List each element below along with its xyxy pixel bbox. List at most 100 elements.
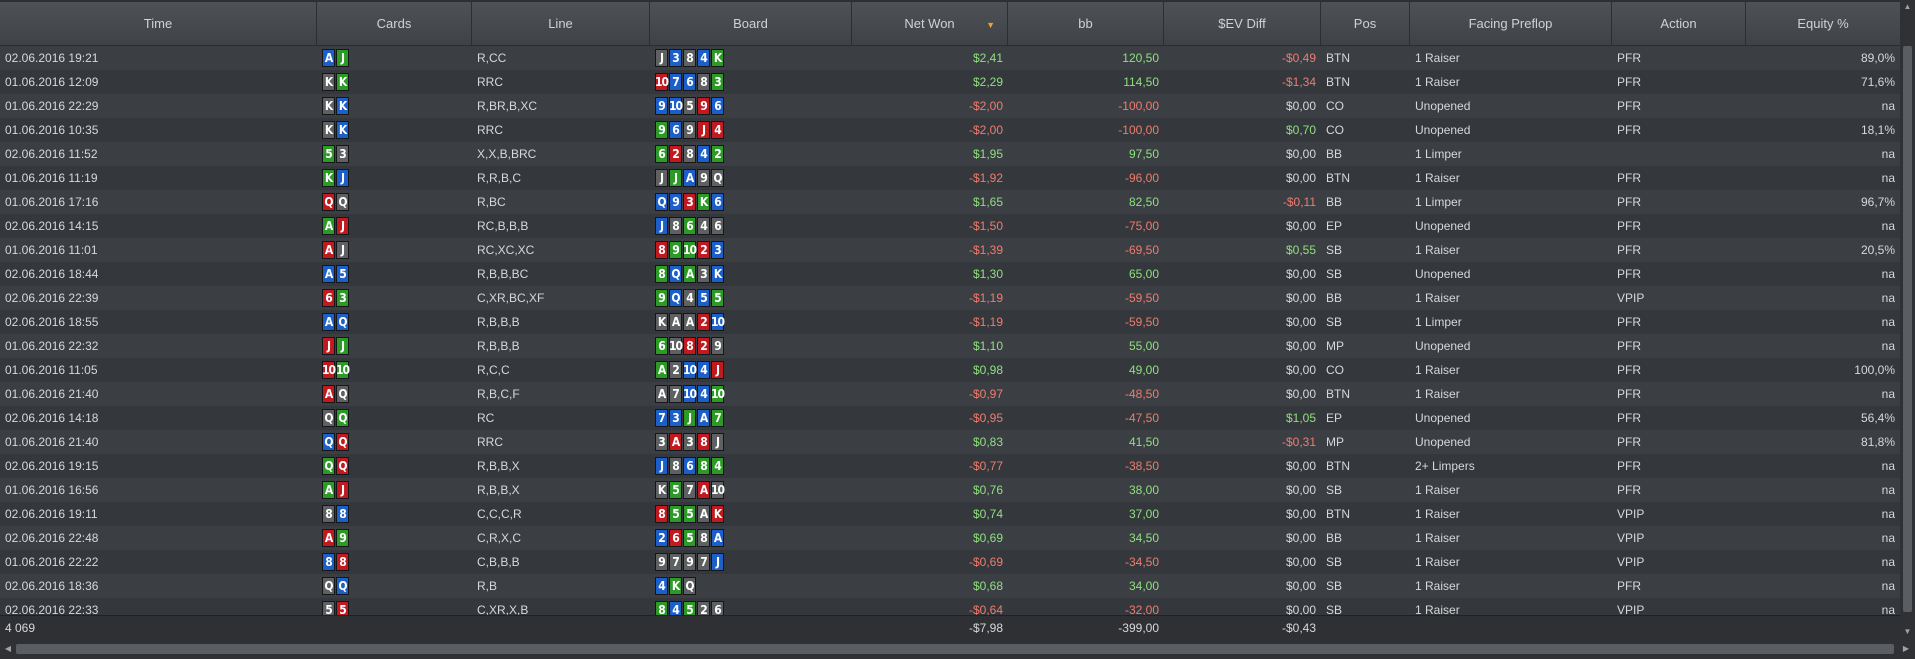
cell-facing: 1 Raiser (1415, 507, 1460, 521)
table-row[interactable]: 01.06.2016 22:32 J J R,B,B,B 6 10 8 2 9 $1,10 55,0… (0, 334, 1900, 358)
table-row[interactable]: 02.06.2016 14:18 Q Q RC 7 3 J A 7 -$0,95 -47,50 $1,… (0, 406, 1900, 430)
board-card: 9 (683, 121, 696, 139)
table-row[interactable]: 02.06.2016 11:52 5 3 X,X,B,BRC 6 2 8 4 2 $1,95 97,… (0, 142, 1900, 166)
board-card: 8 (697, 433, 710, 451)
board-card: 2 (697, 337, 710, 355)
header-pos[interactable]: Pos (1321, 2, 1410, 45)
table-row[interactable]: 02.06.2016 18:36 Q Q R,B 4 K Q $0,68 34,00 $0,00 S… (0, 574, 1900, 598)
board-card: 8 (655, 601, 668, 615)
header-equity[interactable]: Equity % (1746, 2, 1900, 45)
header-line[interactable]: Line (472, 2, 650, 45)
header-time[interactable]: Time (0, 2, 317, 45)
table-row[interactable]: 02.06.2016 18:55 A Q R,B,B,B K A A 2 10 -$1,19 -59… (0, 310, 1900, 334)
board-card: 10 (710, 313, 725, 331)
cell-pos: BTN (1326, 171, 1350, 185)
header-board[interactable]: Board (650, 2, 852, 45)
board-card: 2 (697, 313, 710, 331)
cell-ev-diff: $0,00 (1285, 387, 1316, 401)
table-row[interactable]: 02.06.2016 22:33 5 5 C,XR,X,B 8 4 5 2 6 -$0,64 -32… (0, 598, 1900, 615)
cell-action: VPIP (1617, 531, 1645, 545)
cell-cards: QQ (317, 457, 472, 475)
board-card: 4 (655, 577, 668, 595)
cell-net-won: $0,74 (972, 507, 1003, 521)
cell-pos: SB (1326, 555, 1343, 569)
table-row[interactable]: 02.06.2016 19:15 Q Q R,B,B,X J 8 6 8 4 -$0,77 -38,… (0, 454, 1900, 478)
hole-card: K (336, 97, 349, 115)
table-row[interactable]: 01.06.2016 11:19 K J R,R,B,C J J A 9 Q -$1,92 -96,… (0, 166, 1900, 190)
board-card: K (697, 193, 710, 211)
board-card: A (711, 529, 724, 547)
table-row[interactable]: 01.06.2016 22:22 8 8 C,B,B,B 9 7 9 7 J -$0,69 -34,… (0, 550, 1900, 574)
board-card: A (655, 385, 668, 403)
cell-action: PFR (1617, 339, 1641, 353)
cell-pos: SB (1326, 267, 1343, 281)
horizontal-scroll-thumb[interactable] (16, 644, 1894, 654)
board-card: 8 (655, 241, 668, 259)
header-facing-preflop[interactable]: Facing Preflop (1410, 2, 1612, 45)
cell-time: 01.06.2016 11:19 (5, 171, 98, 185)
table-row[interactable]: 02.06.2016 18:44 A 5 R,B,B,BC 8 Q A 3 K $1,30 65,0… (0, 262, 1900, 286)
vertical-scrollbar[interactable]: ▲ ▼ (1900, 0, 1915, 639)
table-row[interactable]: 02.06.2016 22:39 6 3 C,XR,BC,XF 9 Q 4 5 5 -$1,19 -… (0, 286, 1900, 310)
table-row[interactable]: 02.06.2016 19:11 8 8 C,C,C,R 8 5 5 A K $0,74 37,00… (0, 502, 1900, 526)
board-card: 9 (669, 241, 682, 259)
header-net-won[interactable]: Net Won ▼ (852, 2, 1008, 45)
cell-equity: na (1881, 171, 1895, 185)
scroll-left-icon[interactable]: ◀ (1, 642, 15, 656)
cell-pos: SB (1326, 243, 1343, 257)
cell-cards: AJ (317, 49, 472, 67)
cell-bb: 82,50 (1128, 195, 1159, 209)
scroll-right-icon[interactable]: ▶ (1899, 642, 1913, 656)
cell-line: R,B,B,X (477, 483, 520, 497)
cell-equity: 81,8% (1860, 435, 1895, 449)
header-bb[interactable]: bb (1008, 2, 1164, 45)
cell-ev-diff: $0,70 (1285, 123, 1316, 137)
table-row[interactable]: 02.06.2016 22:48 A 9 C,R,X,C 2 6 5 8 A $0,69 34,50… (0, 526, 1900, 550)
table-row[interactable]: 01.06.2016 11:05 10 10 R,C,C A 2 10 4 J $0,98 49,0… (0, 358, 1900, 382)
cell-line: C,XR,BC,XF (477, 291, 545, 305)
board-card: 7 (697, 553, 710, 571)
scroll-up-icon[interactable]: ▲ (1900, 0, 1915, 14)
table-row[interactable]: 02.06.2016 19:21 A J R,CC J 3 8 4 K $2,41 120,50 -$… (0, 46, 1900, 70)
table-row[interactable]: 01.06.2016 17:16 Q Q R,BC Q 9 3 K 6 $1,65 82,50 -$0… (0, 190, 1900, 214)
table-row[interactable]: 01.06.2016 11:01 A J RC,XC,XC 8 9 10 2 3 -$1,39 -6… (0, 238, 1900, 262)
cell-time: 01.06.2016 22:22 (5, 555, 99, 569)
cell-action: PFR (1617, 387, 1641, 401)
board-card: Q (669, 265, 682, 283)
board-card: A (683, 169, 696, 187)
table-row[interactable]: 01.06.2016 22:29 K K R,BR,B,XC 9 10 5 9 6 -$2,00-… (0, 94, 1900, 118)
board-card: 3 (669, 49, 682, 67)
cell-cards: 10 10 (317, 361, 472, 379)
board-card: 5 (683, 505, 696, 523)
vertical-scroll-thumb[interactable] (1903, 46, 1912, 612)
table-row[interactable]: 01.06.2016 12:09 K K RRC 10 7 6 8 3 $2,29 114,50 -$… (0, 70, 1900, 94)
header-cards[interactable]: Cards (317, 2, 472, 45)
cell-equity: 18,1% (1860, 123, 1895, 137)
cell-bb: 38,00 (1128, 483, 1159, 497)
cell-ev-diff: -$1,34 (1281, 75, 1316, 89)
hole-card: A (322, 217, 335, 235)
board-card: J (711, 361, 724, 379)
table-row[interactable]: 02.06.2016 14:15 A J RC,B,B,B J 8 6 4 6 -$1,50 -75… (0, 214, 1900, 238)
cell-bb: -96,00 (1124, 171, 1159, 185)
cell-action: PFR (1617, 123, 1641, 137)
board-card: J (711, 433, 724, 451)
hole-card: A (322, 49, 335, 67)
table-row[interactable]: 01.06.2016 16:56 A J R,B,B,X K 5 7 A 10 $0,76 38,0… (0, 478, 1900, 502)
cell-board: Q93K6 (650, 193, 852, 211)
horizontal-scrollbar[interactable]: ◀ ▶ (0, 639, 1915, 659)
header-action[interactable]: Action (1612, 2, 1746, 45)
cell-equity: na (1881, 291, 1895, 305)
board-card: 5 (669, 505, 682, 523)
cell-equity: na (1881, 339, 1895, 353)
scroll-down-icon[interactable]: ▼ (1900, 625, 1915, 639)
table-row[interactable]: 01.06.2016 10:35 K K RRC 9 6 9 J 4 -$2,00 -100,00 $… (0, 118, 1900, 142)
cell-cards: QQ (317, 409, 472, 427)
table-row[interactable]: 01.06.2016 21:40 A Q R,B,C,F A 7 10 4 10 -$0,97 -4… (0, 382, 1900, 406)
header-ev-diff[interactable]: $EV Diff (1164, 2, 1321, 45)
cell-line: R,C,C (477, 363, 510, 377)
table-row[interactable]: 01.06.2016 21:40 Q Q RRC 3 A 3 8 J $0,83 41,50 -$0,… (0, 430, 1900, 454)
board-card: 9 (711, 337, 724, 355)
hole-card: Q (322, 409, 335, 427)
cell-ev-diff: $1,05 (1285, 411, 1316, 425)
